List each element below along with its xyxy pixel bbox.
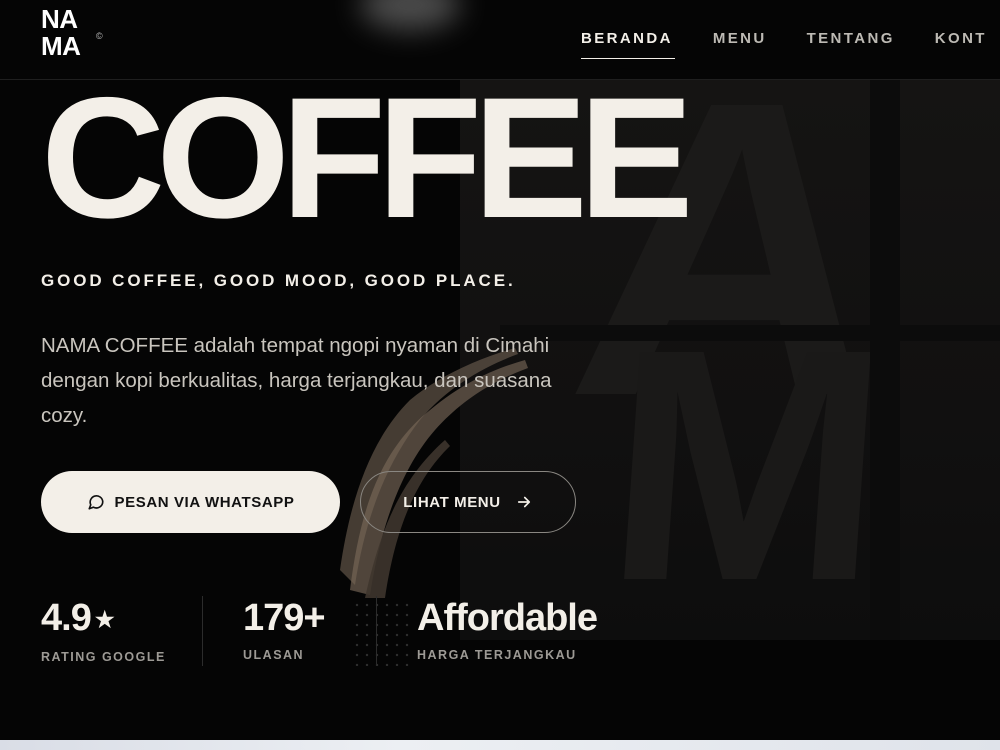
nav-item-beranda[interactable]: BERANDA: [581, 30, 675, 59]
stat-affordable-label: HARGA TERJANGKAU: [417, 648, 577, 662]
stat-reviews-label: ULASAN: [243, 648, 305, 662]
stat-rating-value: 4.9 ★: [41, 597, 115, 639]
main-nav: BERANDA MENU TENTANG KONT: [581, 30, 1000, 59]
brand-logo[interactable]: NA MA ©: [41, 4, 103, 61]
stat-reviews: 179+ ULASAN: [243, 596, 326, 662]
stat-affordable: Affordable HARGA TERJANGKAU: [417, 596, 598, 662]
browser-bottom-edge: [0, 740, 1000, 750]
stat-reviews-value: 179+: [243, 597, 326, 639]
order-whatsapp-button-label: PESAN VIA WHATSAPP: [114, 493, 295, 511]
nav-item-kontak[interactable]: KONT: [935, 30, 987, 59]
nav-item-menu[interactable]: MENU: [713, 30, 767, 59]
stat-rating: 4.9 ★ RATING GOOGLE: [41, 596, 166, 664]
background-ghost-letters-lower: M: [597, 280, 898, 649]
stat-affordable-value: Affordable: [417, 597, 598, 639]
hero-tagline: GOOD COFFEE, GOOD MOOD, GOOD PLACE.: [41, 271, 516, 290]
order-whatsapp-button[interactable]: PESAN VIA WHATSAPP: [41, 471, 340, 533]
background-pillar: [870, 80, 900, 640]
view-menu-button-label: LIHAT MENU: [403, 493, 501, 511]
logo-line-2: MA: [41, 31, 81, 61]
hero-title: COFFEE: [41, 62, 694, 254]
dot-grid-decoration: [352, 600, 412, 666]
stat-rating-label: RATING GOOGLE: [41, 650, 166, 664]
chat-bubble-icon: [87, 493, 105, 511]
stat-divider: [376, 596, 377, 666]
view-menu-button[interactable]: LIHAT MENU: [360, 471, 576, 533]
star-icon: ★: [94, 607, 115, 632]
hero-description: NAMA COFFEE adalah tempat ngopi nyaman d…: [41, 334, 552, 427]
logo-copyright-mark: ©: [96, 31, 103, 41]
arrow-right-icon: [515, 493, 533, 511]
nav-item-tentang[interactable]: TENTANG: [807, 30, 895, 59]
stat-divider: [202, 596, 203, 666]
logo-line-1: NA: [41, 4, 78, 34]
